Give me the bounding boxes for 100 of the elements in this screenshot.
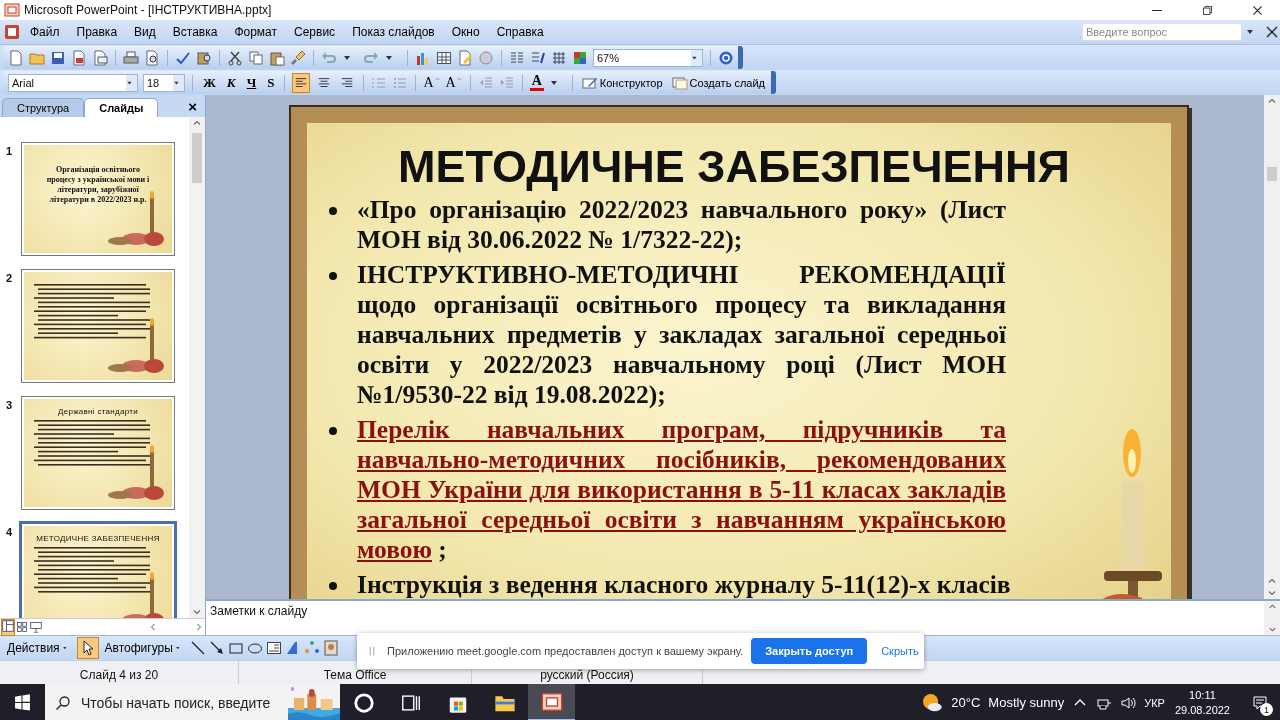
menu-item[interactable]: Сервис	[287, 23, 343, 41]
arrow-icon[interactable]	[208, 640, 225, 656]
bullet-icon	[329, 582, 337, 590]
doc-icon[interactable]	[8, 49, 24, 66]
scrollbar-thumb[interactable]	[1267, 167, 1277, 181]
pane-tab[interactable]: Слайды	[84, 98, 159, 117]
close-icon[interactable]	[1264, 24, 1280, 40]
copy-icon[interactable]	[248, 49, 264, 66]
research-icon[interactable]	[196, 49, 212, 66]
design-button[interactable]: Конструктор	[579, 74, 665, 91]
text-style-button[interactable]: Ж	[200, 73, 219, 92]
weather-icon[interactable]	[921, 691, 944, 714]
bullet-text: Інструкція з ведення класного журналу 5-11(12)-х класів	[357, 570, 1012, 599]
close-button[interactable]: ×	[180, 97, 205, 115]
menu-item[interactable]: Файл	[23, 23, 67, 41]
zoom-dropdown[interactable]: 67%	[593, 48, 703, 67]
new-slide-button[interactable]: Создать слайд	[669, 74, 768, 91]
oval-icon[interactable]	[246, 640, 263, 656]
flower-drawing	[106, 443, 166, 503]
menu-item[interactable]: Окно	[444, 23, 487, 41]
align-button[interactable]	[292, 72, 311, 93]
pdf-icon[interactable]	[71, 49, 87, 66]
thumbnail-title: Державні стандарти	[56, 407, 140, 416]
slide-number: 1	[6, 144, 14, 159]
sorter-view-icon[interactable]	[16, 621, 28, 633]
hide-link[interactable]: Скрыть	[875, 644, 925, 658]
actions-menu-button[interactable]: Действия	[4, 641, 74, 655]
language-indicator[interactable]: УКР	[1144, 696, 1165, 709]
diagram-icon[interactable]	[303, 640, 320, 656]
menu-item[interactable]: Показ слайдов	[345, 23, 442, 41]
menu-item[interactable]: Вставка	[165, 23, 225, 41]
text-style-button[interactable]: S	[264, 73, 278, 92]
clipart-icon[interactable]	[322, 640, 339, 656]
scrollbar-thumb[interactable]	[192, 133, 202, 183]
shrink-font-button[interactable]: A	[445, 74, 463, 91]
slideshow-icon[interactable]	[30, 621, 42, 633]
help-search-field[interactable]: Введите вопрос	[1082, 23, 1242, 41]
grow-font-button[interactable]: A	[423, 74, 441, 91]
weather-text: Mostly sunny	[988, 695, 1065, 710]
align-left-icon	[294, 75, 309, 90]
slide-thumbnail[interactable]: МЕТОДИЧНЕ ЗАБЕЗПЕЧЕННЯ	[22, 524, 174, 618]
text-style-button[interactable]: К	[223, 73, 239, 92]
paste-icon[interactable]	[269, 49, 285, 66]
textdir-icon[interactable]	[530, 49, 546, 66]
slide-thumbnail[interactable]: Організація освітнього процесу з української мови і літератури, зарубіжної літератури в 2022/2023 н.р.	[22, 143, 174, 255]
notification-icon	[1252, 694, 1268, 711]
stop-sharing-button[interactable]: Закрыть доступ	[751, 638, 868, 664]
columns-icon[interactable]	[509, 49, 525, 66]
notification-count: 1	[1260, 703, 1273, 716]
caret-icon	[126, 74, 137, 91]
textbox-icon[interactable]	[265, 640, 282, 656]
document-link[interactable]: Перелік навчальних програм, підручників та навчально-методичних посібників, рекомендованих МОН України для використання в 5-11 класах закладів загальної середньої освіти з навчанням українською мовою ;	[357, 415, 1006, 565]
thumbnail-title: Організація освітнього процесу з української мови і літератури, зарубіжної літератури в 2022/2023 н.р.	[45, 164, 151, 205]
search-icon	[55, 694, 71, 711]
font-color-button[interactable]: A	[529, 74, 544, 91]
print-icon[interactable]	[123, 49, 139, 66]
align-right-icon	[340, 75, 355, 90]
colors-icon[interactable]	[572, 49, 588, 66]
mail-icon[interactable]	[92, 49, 108, 66]
pane-tab[interactable]: Структура	[2, 98, 85, 117]
cut-icon[interactable]	[227, 49, 243, 66]
slide-thumbnail[interactable]: Державні стандарти	[22, 397, 174, 509]
normal-view-icon[interactable]	[2, 619, 14, 632]
restore-icon	[1200, 3, 1214, 17]
slide-number: 3	[6, 398, 14, 413]
autoshapes-menu-button[interactable]: Автофигуры	[101, 641, 187, 655]
table-icon[interactable]	[436, 49, 452, 66]
menu-item[interactable]: Вид	[127, 23, 163, 41]
close-icon	[1250, 3, 1264, 17]
slide-title: МЕТОДИЧНЕ ЗАБЕЗПЕЧЕННЯ	[397, 143, 1071, 191]
slide-number: 2	[6, 271, 14, 286]
app-icon[interactable]	[4, 24, 20, 40]
volume-icon[interactable]	[1120, 694, 1137, 711]
brush-icon[interactable]	[290, 49, 306, 66]
new-slide-icon	[671, 74, 688, 91]
presentation-icon	[540, 690, 563, 713]
help-icon[interactable]	[718, 49, 734, 66]
cortana-icon	[352, 691, 375, 714]
menu-item[interactable]: Справка	[489, 23, 551, 41]
menu-item[interactable]: Правка	[69, 23, 125, 41]
clock[interactable]: 10:11 29.08.2022	[1164, 687, 1240, 718]
bullet-text: «Про організацію 2022/2023 навчального року» (Лист МОН від 30.06.2022 № 1/7322-22);	[357, 195, 1006, 255]
notification-button[interactable]: 1	[1240, 684, 1280, 720]
preview-icon[interactable]	[144, 49, 160, 66]
caret-icon	[173, 74, 184, 91]
grid-icon[interactable]	[551, 49, 567, 66]
slide-thumbnail[interactable]	[22, 270, 174, 382]
text-style-button[interactable]: Ч	[243, 73, 260, 92]
taskbar-app-button[interactable]	[528, 684, 575, 720]
line-icon[interactable]	[189, 640, 206, 656]
insert-icon[interactable]	[457, 49, 473, 66]
menu-item[interactable]: Формат	[227, 23, 285, 41]
align-center-icon	[317, 75, 332, 90]
font-size-dropdown[interactable]: 18	[143, 73, 185, 92]
bullet-icon	[329, 272, 337, 280]
save-icon[interactable]	[50, 49, 66, 66]
font-dropdown[interactable]: Arial	[8, 73, 138, 92]
taskbar-search-box[interactable]: Чтобы начать поиск, введите	[45, 684, 340, 720]
status-text: русский (Россия)	[540, 668, 634, 682]
taskbar-search-field[interactable]: Чтобы начать поиск, введите	[81, 694, 278, 711]
